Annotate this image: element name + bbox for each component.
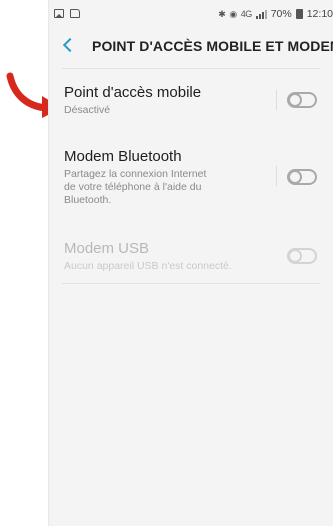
back-arrow-icon[interactable] [62,37,78,53]
signal-strength-icon [255,9,267,19]
phone-screen: ✱ ◉ 4G 70% 12:10 POINT D'ACCÈS MOBILE ET… [48,0,333,526]
row-divider [276,90,277,110]
sim-card-icon [70,9,80,18]
gallery-notification-icon [54,9,64,18]
clock: 12:10 [306,8,333,20]
battery-icon [295,9,303,19]
battery-percent: 70% [270,8,292,20]
page-title: POINT D'ACCÈS MOBILE ET MODEM [92,38,333,54]
header-divider [62,68,320,69]
app-bar: POINT D'ACCÈS MOBILE ET MODEM [48,34,333,62]
alarm-icon: ◉ [229,8,237,19]
usb-tethering-toggle [287,248,317,264]
mobile-hotspot-toggle[interactable] [287,92,317,108]
list-divider [62,283,320,284]
row-divider [276,166,277,186]
toggle-knob [288,170,302,184]
description-line: Bluetooth. [64,194,112,206]
network-type-icon: 4G [240,9,253,19]
toggle-knob [288,249,302,263]
vibrate-icon: ✱ [218,8,226,19]
setting-title: Modem Bluetooth [64,148,182,165]
status-bar: ✱ ◉ 4G 70% 12:10 [48,0,333,30]
toggle-knob [288,93,302,107]
bluetooth-tethering-toggle[interactable] [287,169,317,185]
